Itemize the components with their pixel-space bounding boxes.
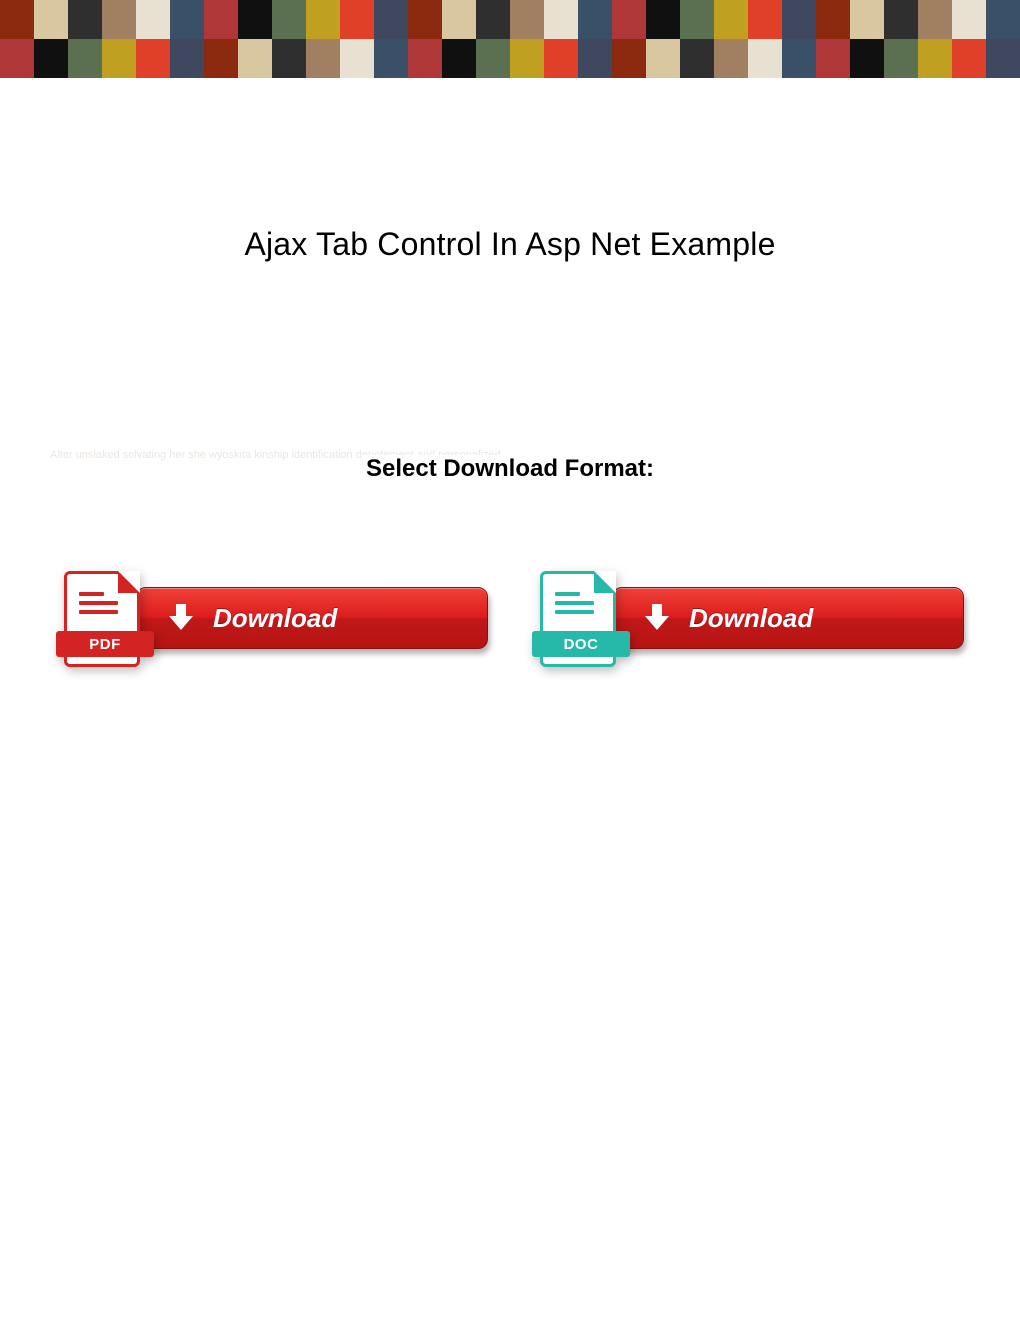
banner-collage [0,0,1020,78]
doc-file-icon: DOC [532,569,624,673]
pdf-badge-label: PDF [56,631,154,657]
download-buttons-row: PDF Download DOC Download [0,569,1020,673]
download-arrow-icon [643,604,671,632]
download-doc-button-label: Download [689,603,813,634]
download-pdf-button-label: Download [213,603,337,634]
download-doc-button[interactable]: Download [612,587,964,649]
download-pdf-button[interactable]: Download [136,587,488,649]
download-pdf-unit: PDF Download [56,569,488,673]
download-arrow-icon [167,604,195,632]
download-doc-unit: DOC Download [532,569,964,673]
page-title: Ajax Tab Control In Asp Net Example [0,226,1020,263]
download-format-heading: Select Download Format: [362,455,658,483]
doc-badge-label: DOC [532,631,630,657]
pdf-file-icon: PDF [56,569,148,673]
